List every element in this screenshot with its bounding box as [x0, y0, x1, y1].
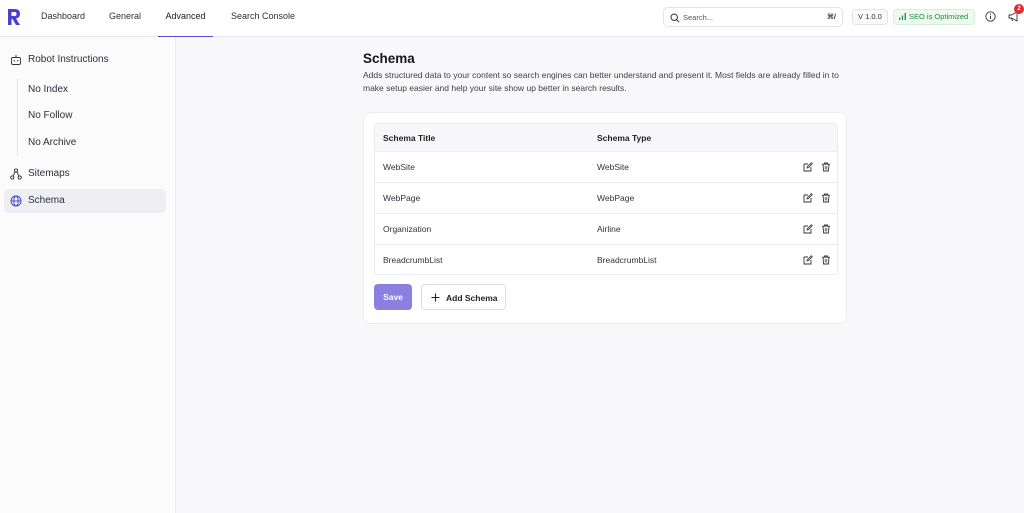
tab-advanced[interactable]: Advanced: [158, 0, 213, 37]
schema-type-cell: Airline: [597, 224, 621, 234]
search-icon: [670, 13, 680, 23]
sidebar-item-label: Sitemaps: [28, 168, 70, 179]
tab-search-console[interactable]: Search Console: [231, 0, 295, 37]
tab-general[interactable]: General: [109, 0, 141, 37]
schema-title-cell: WebPage: [383, 193, 421, 203]
trash-icon[interactable]: [821, 162, 831, 172]
schema-type-cell: WebSite: [597, 162, 629, 172]
seo-status-text: SEO is Optimized: [909, 12, 969, 21]
add-schema-label: Add Schema: [446, 293, 498, 303]
table-row: BreadcrumbList BreadcrumbList: [375, 245, 837, 274]
save-button[interactable]: Save: [374, 284, 412, 310]
logo-icon[interactable]: [7, 8, 21, 26]
schema-title-cell: Organization: [383, 224, 432, 234]
robot-icon: [11, 55, 21, 65]
edit-icon[interactable]: [803, 193, 813, 203]
table-row: Organization Airline: [375, 214, 837, 245]
edit-icon[interactable]: [803, 224, 813, 234]
trash-icon[interactable]: [821, 193, 831, 203]
sidebar-item-label: Robot Instructions: [28, 54, 109, 65]
globe-icon: [10, 195, 22, 207]
sidebar-item-robot-instructions[interactable]: Robot Instructions: [4, 48, 166, 72]
add-schema-button[interactable]: Add Schema: [421, 284, 506, 310]
table-row: WebSite WebSite: [375, 152, 837, 183]
sidebar-item-label: Schema: [28, 195, 65, 206]
tab-dashboard[interactable]: Dashboard: [41, 0, 85, 37]
top-bar: Dashboard General Advanced Search Consol…: [0, 0, 1024, 37]
trash-icon[interactable]: [821, 224, 831, 234]
sidebar-subitem-no-index[interactable]: No Index: [28, 84, 68, 95]
schema-type-cell: WebPage: [597, 193, 635, 203]
sidebar-item-schema[interactable]: Schema: [4, 189, 166, 213]
page-description: Adds structured data to your content so …: [363, 70, 839, 93]
table-header: Schema Title Schema Type: [375, 124, 837, 152]
schema-type-cell: BreadcrumbList: [597, 255, 657, 265]
notification-count-badge: 2: [1014, 4, 1024, 14]
search-box[interactable]: ⌘/: [663, 7, 843, 27]
seo-status-badge: SEO is Optimized: [893, 9, 976, 25]
search-shortcut: ⌘/: [826, 12, 836, 21]
edit-icon[interactable]: [803, 255, 813, 265]
search-input[interactable]: [683, 10, 803, 24]
column-header-title: Schema Title: [383, 133, 436, 143]
schema-title-cell: WebSite: [383, 162, 415, 172]
sidebar-subitem-no-follow[interactable]: No Follow: [28, 110, 72, 121]
plus-icon: [431, 293, 440, 302]
trash-icon[interactable]: [821, 255, 831, 265]
info-icon[interactable]: [985, 11, 996, 22]
schema-card: Schema Title Schema Type WebSite WebSite…: [363, 112, 847, 324]
schema-title-cell: BreadcrumbList: [383, 255, 443, 265]
edit-icon[interactable]: [803, 162, 813, 172]
submenu-divider: [17, 79, 18, 156]
version-badge: V 1.0.0: [852, 9, 888, 25]
schema-table: Schema Title Schema Type WebSite WebSite…: [374, 123, 838, 275]
page-title: Schema: [363, 51, 415, 66]
column-header-type: Schema Type: [597, 133, 652, 143]
sidebar-subitem-no-archive[interactable]: No Archive: [28, 137, 76, 148]
sidebar-item-sitemaps[interactable]: Sitemaps: [4, 162, 166, 186]
table-row: WebPage WebPage: [375, 183, 837, 214]
sitemap-icon: [10, 168, 22, 180]
sidebar: Robot Instructions No Index No Follow No…: [0, 37, 176, 513]
signal-bars-icon: [899, 13, 906, 20]
